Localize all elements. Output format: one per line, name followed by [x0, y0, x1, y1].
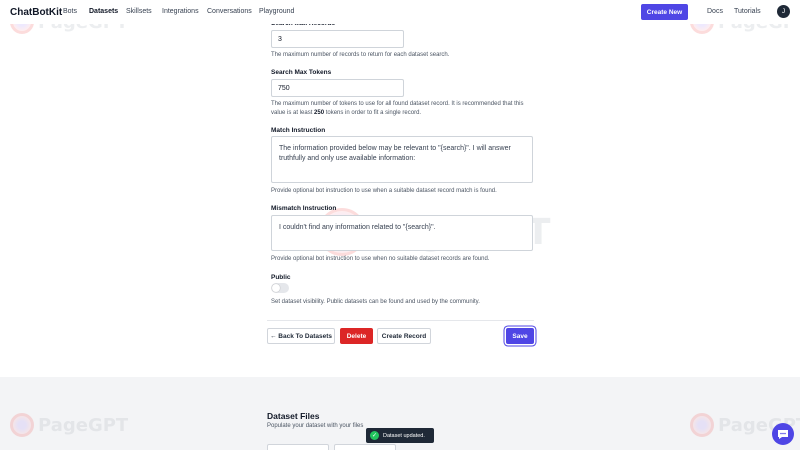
- create-new-button[interactable]: Create New: [641, 4, 688, 20]
- search-max-records-input[interactable]: 3: [271, 30, 404, 48]
- search-max-tokens-label: Search Max Tokens: [271, 69, 332, 76]
- nav-link-docs[interactable]: Docs: [707, 8, 723, 15]
- chat-widget-button[interactable]: [772, 423, 794, 445]
- divider: [267, 320, 534, 321]
- mismatch-instruction-label: Mismatch Instruction: [271, 205, 337, 212]
- dataset-files-title: Dataset Files: [267, 411, 320, 421]
- chat-icon: [778, 429, 788, 439]
- search-max-tokens-input[interactable]: 750: [271, 79, 404, 97]
- check-icon: ✓: [370, 431, 379, 440]
- public-toggle[interactable]: [271, 283, 289, 293]
- delete-button[interactable]: Delete: [340, 328, 373, 344]
- toggle-knob: [272, 284, 280, 292]
- nav-link-bots[interactable]: Bots: [63, 8, 77, 15]
- nav-link-skillsets[interactable]: Skillsets: [126, 8, 152, 15]
- save-button[interactable]: Save: [506, 328, 534, 344]
- brand-logo[interactable]: ChatBotKit: [10, 7, 62, 18]
- avatar[interactable]: J: [777, 5, 790, 18]
- match-instruction-label: Match Instruction: [271, 127, 326, 134]
- match-instruction-textarea[interactable]: The information provided below may be re…: [271, 136, 533, 183]
- file-card[interactable]: [267, 444, 329, 450]
- toast-notification: ✓ Dataset updated.: [366, 428, 434, 443]
- nav-link-integrations[interactable]: Integrations: [162, 8, 199, 15]
- create-record-button[interactable]: Create Record: [377, 328, 431, 344]
- match-instruction-help: Provide optional bot instruction to use …: [271, 188, 497, 194]
- top-nav: ChatBotKit Bots Datasets Skillsets Integ…: [0, 0, 800, 24]
- nav-link-playground[interactable]: Playground: [259, 8, 294, 15]
- mismatch-instruction-textarea[interactable]: I couldn't find any information related …: [271, 215, 533, 251]
- watermark-logo: PageGPT: [10, 413, 128, 437]
- file-card[interactable]: [334, 444, 396, 450]
- nav-link-tutorials[interactable]: Tutorials: [734, 8, 761, 15]
- public-help: Set dataset visibility. Public datasets …: [271, 299, 480, 305]
- search-max-tokens-help: The maximum number of tokens to use for …: [271, 101, 524, 116]
- toast-message: Dataset updated.: [383, 432, 425, 439]
- nav-link-datasets[interactable]: Datasets: [89, 8, 118, 15]
- back-to-datasets-button[interactable]: ← Back To Datasets: [267, 328, 335, 344]
- nav-link-conversations[interactable]: Conversations: [207, 8, 252, 15]
- mismatch-instruction-help: Provide optional bot instruction to use …: [271, 256, 490, 262]
- public-label: Public: [271, 274, 291, 281]
- dataset-files-subtitle: Populate your dataset with your files: [267, 423, 364, 429]
- search-max-records-help: The maximum number of records to return …: [271, 52, 450, 58]
